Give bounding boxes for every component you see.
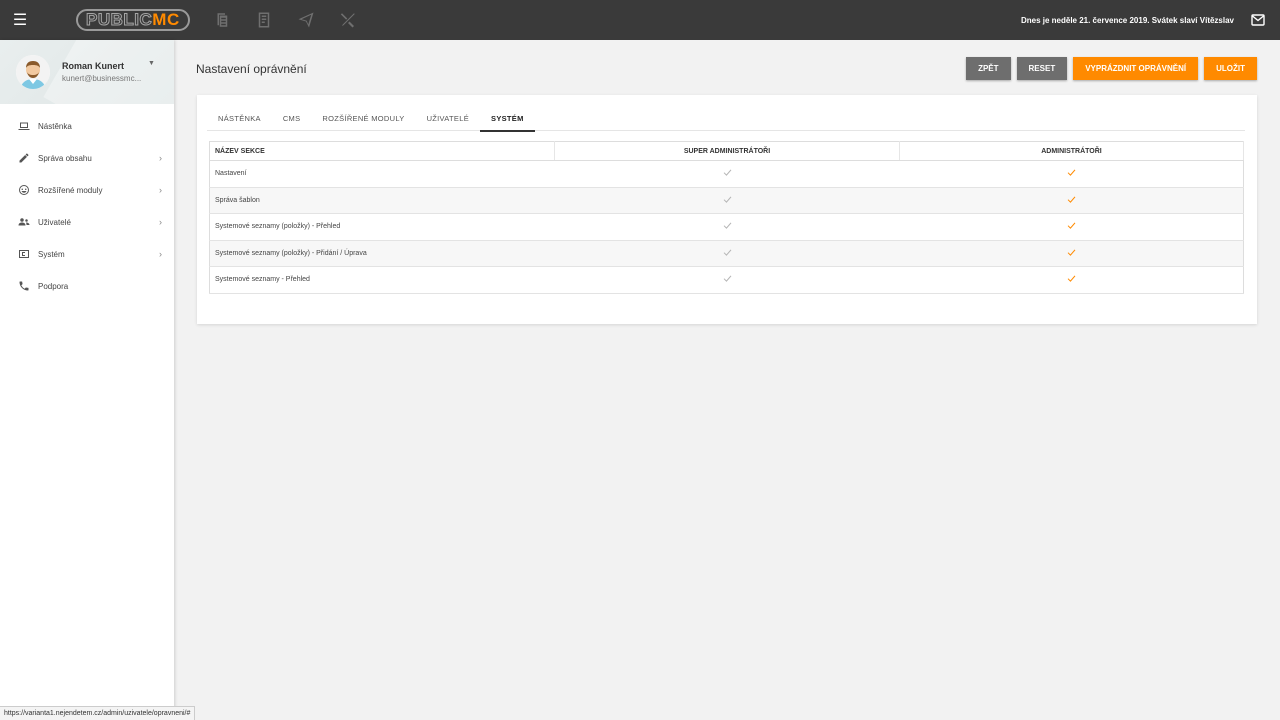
avatar: [16, 55, 50, 89]
chevron-right-icon: ›: [159, 249, 162, 259]
back-button[interactable]: ZPĚT: [966, 57, 1011, 80]
send-icon[interactable]: [292, 6, 320, 34]
logo[interactable]: PUBLIC MC: [76, 9, 190, 31]
tab-rozsirene-moduly[interactable]: ROZŠÍŘENÉ MODULY: [311, 105, 415, 131]
sidebar-item-label: Nástěnka: [38, 121, 72, 131]
sidebar-item-label: Uživatelé: [38, 217, 71, 227]
logo-public-text: PUBLIC: [85, 10, 153, 30]
column-header-super-admins[interactable]: SUPER ADMINISTRÁTOŘI: [554, 141, 900, 161]
status-bar-url: https://varianta1.nejendetem.cz/admin/uz…: [0, 706, 196, 720]
chevron-right-icon: ›: [159, 185, 162, 195]
section-name: Systemové seznamy - Přehled: [209, 266, 555, 294]
clear-permissions-button[interactable]: VYPRÁZDNIT OPRÁVNĚNÍ: [1073, 57, 1199, 80]
logo-mc-text: MC: [152, 10, 180, 29]
column-header-section: NÁZEV SEKCE: [209, 141, 555, 161]
date-text: Dnes je neděle 21. července 2019. Svátek…: [1020, 15, 1234, 25]
sidebar-nav: Nástěnka Správa obsahu › Rozšířené modul…: [0, 104, 174, 302]
super-admin-permission-cell[interactable]: [554, 266, 900, 294]
table-row: Systemové seznamy (položky) - Přehled: [209, 213, 1244, 241]
sidebar-item-system[interactable]: Systém ›: [0, 238, 174, 270]
chevron-right-icon: ›: [159, 217, 162, 227]
users-icon: [18, 216, 30, 228]
reset-button[interactable]: RESET: [1016, 57, 1068, 80]
sidebar-item-uzivatele[interactable]: Uživatelé ›: [0, 206, 174, 238]
check-icon[interactable]: [1067, 196, 1076, 203]
super-admin-permission-cell[interactable]: [554, 213, 900, 241]
check-icon[interactable]: [723, 169, 732, 177]
table-row: Správa šablon: [209, 187, 1244, 214]
top-bar: ☰ PUBLIC MC Dnes je neděle 21. července 2…: [0, 0, 1280, 40]
sidebar-item-label: Systém: [38, 249, 65, 259]
tab-uzivatele[interactable]: UŽIVATELÉ: [416, 105, 480, 131]
admin-permission-cell[interactable]: [899, 213, 1244, 241]
section-name: Systemové seznamy (položky) - Přehled: [209, 213, 555, 241]
pages-icon[interactable]: [208, 6, 236, 34]
check-icon[interactable]: [723, 196, 732, 203]
pencil-icon: [18, 152, 30, 164]
admin-permission-cell[interactable]: [899, 187, 1244, 214]
system-icon: [18, 248, 30, 260]
phone-icon: [18, 280, 30, 292]
laptop-icon: [18, 120, 30, 132]
sidebar-item-label: Správa obsahu: [38, 153, 92, 163]
super-admin-permission-cell[interactable]: [554, 240, 900, 267]
admin-permission-cell[interactable]: [899, 160, 1244, 188]
mail-icon[interactable]: [1244, 6, 1272, 34]
document-icon[interactable]: [250, 6, 278, 34]
sidebar-item-label: Rozšířené moduly: [38, 185, 103, 195]
top-icons: [208, 6, 362, 34]
user-name: Roman Kunert: [62, 61, 125, 71]
tab-nastenka[interactable]: NÁSTĚNKA: [207, 105, 272, 131]
permissions-table: NÁZEV SEKCE SUPER ADMINISTRÁTOŘI ADMINIS…: [209, 141, 1244, 294]
super-admin-permission-cell[interactable]: [554, 187, 900, 214]
save-button[interactable]: ULOŽIT: [1204, 57, 1257, 80]
tab-system[interactable]: SYSTÉM: [480, 105, 535, 132]
page-title: Nastavení oprávnění: [196, 62, 307, 76]
sidebar-item-rozsirene-moduly[interactable]: Rozšířené moduly ›: [0, 174, 174, 206]
sidebar-item-podpora[interactable]: Podpora: [0, 270, 174, 302]
sidebar-item-sprava-obsahu[interactable]: Správa obsahu ›: [0, 142, 174, 174]
smiley-icon: [18, 184, 30, 196]
column-header-admins[interactable]: ADMINISTRÁTOŘI: [899, 141, 1244, 161]
table-row: Nastavení: [209, 160, 1244, 188]
chevron-right-icon: ›: [159, 153, 162, 163]
check-icon[interactable]: [723, 249, 732, 256]
table-header-row: NÁZEV SEKCE SUPER ADMINISTRÁTOŘI ADMINIS…: [209, 141, 1244, 161]
super-admin-permission-cell[interactable]: [554, 160, 900, 188]
tabs: NÁSTĚNKA CMS ROZŠÍŘENÉ MODULY UŽIVATELÉ …: [207, 105, 1245, 132]
table-row: Systemové seznamy (položky) - Přidání / …: [209, 240, 1244, 267]
caret-down-icon[interactable]: ▼: [148, 60, 155, 67]
check-icon[interactable]: [1067, 275, 1076, 283]
tab-cms[interactable]: CMS: [272, 105, 312, 131]
user-email: kunert@businessmc...: [62, 74, 142, 83]
check-icon[interactable]: [1067, 222, 1076, 230]
permissions-card: NÁSTĚNKA CMS ROZŠÍŘENÉ MODULY UŽIVATELÉ …: [197, 95, 1257, 324]
check-icon[interactable]: [1067, 249, 1076, 256]
tools-icon[interactable]: [334, 6, 362, 34]
sidebar-item-nastenka[interactable]: Nástěnka: [0, 110, 174, 142]
sidebar-item-label: Podpora: [38, 281, 69, 291]
table-row: Systemové seznamy - Přehled: [209, 266, 1244, 294]
check-icon[interactable]: [723, 222, 732, 230]
section-name: Systemové seznamy (položky) - Přidání / …: [209, 240, 555, 267]
admin-permission-cell[interactable]: [899, 240, 1244, 267]
sidebar: Roman Kunert kunert@businessmc... ▼ Nást…: [0, 40, 174, 720]
action-buttons: ZPĚT RESET VYPRÁZDNIT OPRÁVNĚNÍ ULOŽIT: [966, 57, 1257, 80]
section-name: Nastavení: [209, 160, 555, 188]
check-icon[interactable]: [723, 275, 732, 283]
check-icon[interactable]: [1067, 169, 1076, 177]
section-name: Správa šablon: [209, 187, 555, 214]
hamburger-menu-icon[interactable]: ☰: [0, 0, 40, 40]
user-profile[interactable]: Roman Kunert kunert@businessmc... ▼: [0, 40, 174, 104]
admin-permission-cell[interactable]: [899, 266, 1244, 294]
